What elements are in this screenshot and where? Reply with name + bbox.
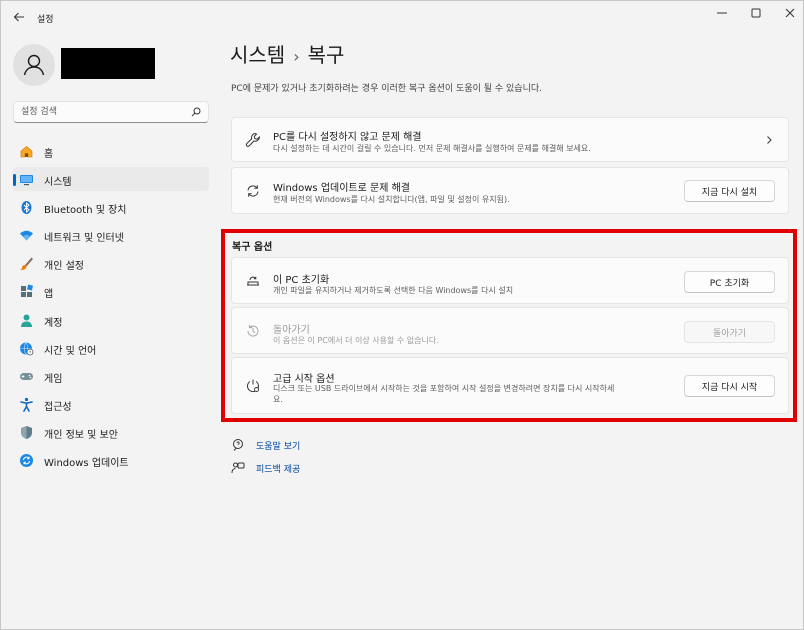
sidebar-item-label: Bluetooth 및 장치 [44, 205, 127, 217]
apps-icon [19, 284, 34, 299]
wifi-icon [19, 228, 34, 243]
sidebar-item-bluetooth[interactable]: Bluetooth 및 장치 [13, 195, 209, 219]
back-arrow-icon[interactable] [11, 9, 27, 25]
maximize-icon[interactable] [747, 5, 765, 21]
minimize-icon[interactable] [713, 5, 731, 21]
card-description: 현재 버전의 Windows를 다시 설치합니다(앱, 파일 및 설정이 유지됨… [273, 195, 510, 204]
sidebar-item-time-language[interactable]: 시간 및 언어 [13, 336, 209, 360]
card-description: 다시 설정하는 데 시간이 걸릴 수 있습니다. 먼저 문제 해결사를 실행하여… [273, 144, 591, 153]
help-link-text[interactable]: 도움말 보기 [256, 439, 300, 452]
sidebar-item-windows-update[interactable]: Windows 업데이트 [13, 448, 209, 472]
paintbrush-icon [19, 256, 34, 271]
account-icon [19, 313, 34, 328]
search-icon[interactable] [191, 107, 201, 117]
windows-update-fix-card: Windows 업데이트로 문제 해결 현재 버전의 Windows를 다시 설… [231, 167, 789, 214]
help-icon [231, 438, 245, 452]
sidebar-item-accounts[interactable]: 계정 [13, 308, 209, 332]
avatar[interactable] [13, 44, 55, 86]
home-icon [19, 144, 34, 159]
user-icon [23, 54, 45, 76]
wrench-icon [244, 131, 262, 149]
sidebar-item-label: 계정 [44, 317, 63, 329]
card-title: Windows 업데이트로 문제 해결 [273, 183, 410, 194]
sidebar-item-label: 개인 설정 [44, 261, 84, 273]
active-indicator [13, 174, 16, 187]
sidebar-item-label: 시스템 [44, 177, 72, 189]
sidebar-item-label: 홈 [44, 149, 54, 160]
highlight-box [221, 229, 797, 422]
reinstall-now-button[interactable]: 지금 다시 설치 [684, 180, 775, 202]
sidebar-item-system[interactable]: 시스템 [13, 167, 209, 192]
sidebar-item-label: 접근성 [44, 401, 72, 413]
search-box[interactable] [13, 101, 209, 123]
sidebar-nav: 홈 시스템 Bluetooth 및 장치 네트워크 및 인터넷 개인 설정 앱 [13, 139, 209, 476]
sidebar-item-privacy[interactable]: 개인 정보 및 보안 [13, 420, 209, 444]
sidebar-item-personalization[interactable]: 개인 설정 [13, 251, 209, 275]
sidebar-item-home[interactable]: 홈 [13, 139, 209, 163]
accessibility-icon [19, 397, 34, 412]
gamepad-icon [19, 369, 34, 384]
page-title: 복구 [307, 43, 345, 67]
chevron-right-icon [767, 136, 772, 144]
sidebar-item-network[interactable]: 네트워크 및 인터넷 [13, 223, 209, 247]
feedback-link-text[interactable]: 피드백 제공 [256, 462, 300, 475]
breadcrumb-parent[interactable]: 시스템 [230, 43, 285, 67]
card-title: PC를 다시 설정하지 않고 문제 해결 [273, 132, 422, 143]
sidebar-item-apps[interactable]: 앱 [13, 279, 209, 303]
shield-icon [19, 425, 34, 440]
globe-clock-icon [19, 341, 34, 356]
sidebar-item-label: 개인 정보 및 보안 [44, 429, 118, 441]
refresh-icon [244, 182, 262, 200]
breadcrumb-separator: › [293, 47, 300, 66]
app-title: 설정 [37, 15, 54, 25]
help-link[interactable]: 도움말 보기 [231, 438, 300, 452]
update-icon [19, 453, 34, 468]
sidebar-item-label: 네트워크 및 인터넷 [44, 233, 124, 245]
sidebar-item-label: 게임 [44, 373, 63, 385]
sidebar-item-label: 시간 및 언어 [44, 345, 97, 357]
user-name-redacted [61, 48, 155, 79]
sidebar-item-label: 앱 [44, 289, 54, 301]
sidebar-item-gaming[interactable]: 게임 [13, 364, 209, 388]
page-description: PC에 문제가 있거나 초기화하려는 경우 이러한 복구 옵션이 도움이 될 수… [231, 84, 543, 94]
feedback-icon [231, 461, 245, 475]
fix-without-reset-card[interactable]: PC를 다시 설정하지 않고 문제 해결 다시 설정하는 데 시간이 걸릴 수 … [231, 117, 789, 162]
search-input[interactable] [21, 104, 181, 120]
breadcrumb: 시스템 › 복구 [230, 39, 344, 68]
sidebar-item-label: Windows 업데이트 [44, 458, 129, 470]
title-bar: 설정 [1, 1, 803, 35]
close-icon[interactable] [781, 5, 799, 21]
bluetooth-icon [19, 200, 34, 215]
system-monitor-icon [19, 172, 34, 187]
feedback-link[interactable]: 피드백 제공 [231, 461, 300, 475]
sidebar-item-accessibility[interactable]: 접근성 [13, 392, 209, 416]
